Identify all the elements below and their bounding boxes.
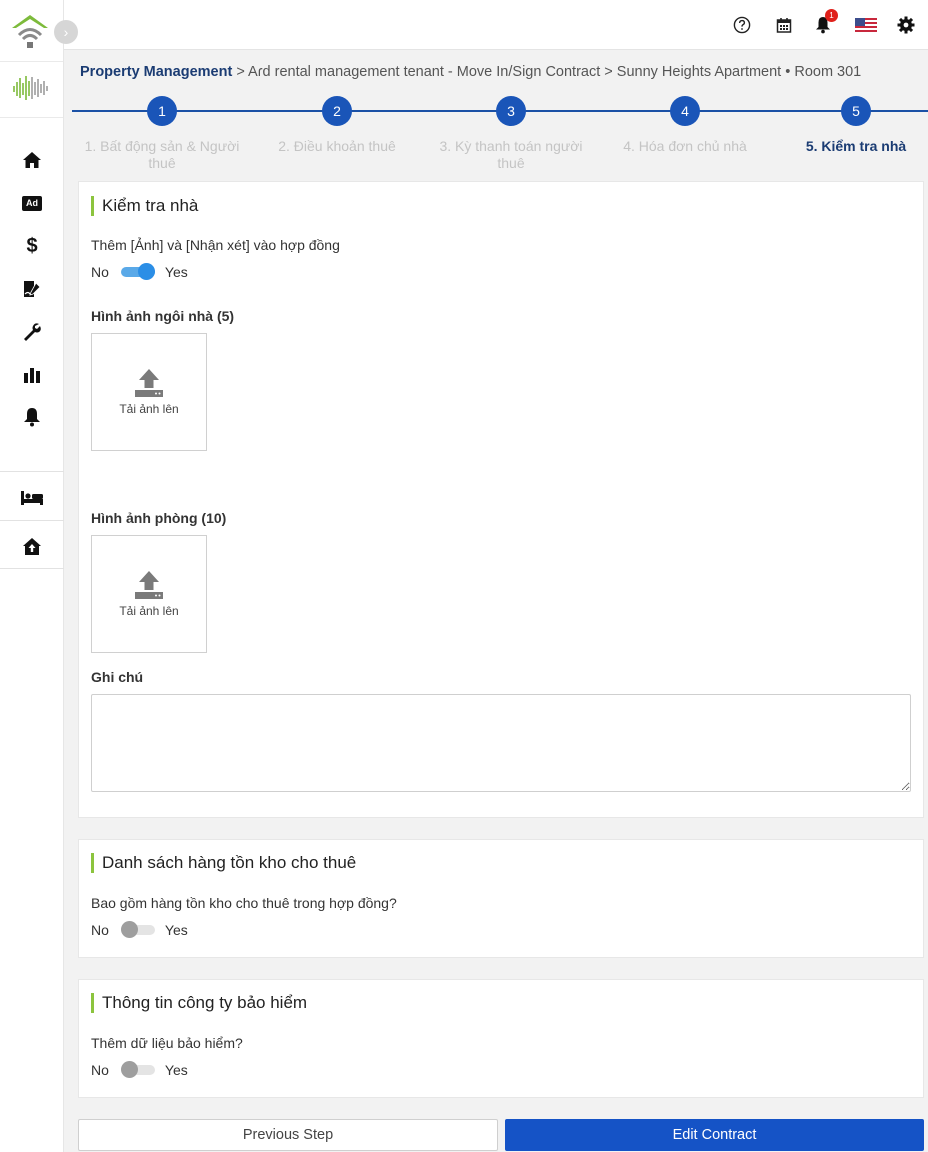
inspection-card: Kiểm tra nhà Thêm [Ảnh] và [Nhận xét] và…: [78, 181, 924, 818]
nav-contracts[interactable]: [0, 272, 64, 306]
app-logo[interactable]: [10, 12, 50, 52]
upload-icon: [135, 571, 163, 599]
insurance-toggle-switch[interactable]: [120, 1061, 155, 1079]
edit-contract-button[interactable]: Edit Contract: [505, 1119, 924, 1151]
step-5-label: 5. Kiểm tra nhà: [805, 138, 907, 154]
upload-label: Tải ảnh lên: [119, 402, 179, 416]
insurance-card: Thông tin công ty bảo hiểm Thêm dữ liệu …: [78, 979, 924, 1098]
help-button[interactable]: [731, 14, 753, 36]
bar-chart-icon: [24, 368, 40, 383]
settings-button[interactable]: [895, 14, 917, 36]
help-icon: [733, 16, 751, 34]
breadcrumb-separator: >: [600, 64, 617, 80]
room-image-upload[interactable]: Tải ảnh lên: [91, 535, 207, 653]
nav-divider: [0, 568, 64, 569]
notifications-button[interactable]: 1: [812, 9, 838, 36]
settings-icon: [897, 16, 915, 34]
notes-textarea[interactable]: [91, 694, 911, 792]
inspection-toggle-switch[interactable]: [120, 263, 155, 281]
contract-stepper: 1 2 3 4 5 1. Bất động sản & Người thuê 2…: [72, 96, 928, 176]
breadcrumb-root-link[interactable]: Property Management: [80, 64, 232, 80]
inventory-toggle-switch[interactable]: [120, 921, 155, 939]
notification-count-badge: 1: [825, 9, 838, 22]
wrench-icon: [24, 323, 41, 341]
us-flag-icon: [855, 18, 877, 32]
inventory-card: Danh sách hàng tồn kho cho thuê Bao gồm …: [78, 839, 924, 958]
inventory-question: Bao gồm hàng tồn kho cho thuê trong hợp …: [91, 895, 397, 911]
inspection-toggle-question: Thêm [Ảnh] và [Nhận xét] vào hợp đồng: [91, 237, 340, 253]
upload-label: Tải ảnh lên: [119, 604, 179, 618]
insurance-title: Thông tin công ty bảo hiểm: [91, 993, 307, 1013]
sidebar-expand-button[interactable]: ›: [54, 20, 78, 44]
step-3-label: 3. Kỳ thanh toán người thuê: [439, 138, 583, 171]
house-upload-icon: [23, 537, 41, 555]
step-2-label: 2. Điều khoản thuê: [278, 138, 396, 154]
step-4-circle[interactable]: 4: [670, 96, 700, 126]
inspection-toggle-row: No Yes: [91, 263, 188, 281]
nav-properties[interactable]: [0, 529, 64, 563]
nav-notifications[interactable]: [0, 400, 64, 434]
step-3-circle[interactable]: 3: [496, 96, 526, 126]
sidebar: Ad $: [0, 0, 64, 1152]
breadcrumb-current: Sunny Heights Apartment • Room 301: [616, 64, 862, 80]
sound-wave-icon: [13, 76, 48, 100]
inventory-toggle-row: No Yes: [91, 921, 188, 939]
breadcrumb-level2-link[interactable]: Aɾd rental management tenant - Move In/S…: [248, 64, 600, 80]
toggle-no-label: No: [91, 1062, 109, 1078]
nav-maintenance[interactable]: [0, 315, 64, 349]
inventory-title: Danh sách hàng tồn kho cho thuê: [91, 853, 356, 873]
dollar-icon: $: [26, 234, 38, 257]
bell-icon: [24, 408, 40, 427]
sign-contract-icon: [24, 281, 41, 297]
nav-divider: [0, 471, 64, 472]
nav-rooms[interactable]: [0, 481, 64, 515]
toggle-no-label: No: [91, 922, 109, 938]
insurance-toggle-row: No Yes: [91, 1061, 188, 1079]
step-5-circle[interactable]: 5: [841, 96, 871, 126]
topbar: 1: [64, 0, 928, 50]
nav-reports[interactable]: [0, 358, 64, 392]
notes-label: Ghi chú: [91, 669, 144, 685]
home-icon: [23, 152, 41, 168]
previous-step-button[interactable]: Previous Step: [78, 1119, 498, 1151]
inspection-title: Kiểm tra nhà: [91, 196, 198, 216]
calendar-icon: [776, 18, 792, 33]
house-image-upload[interactable]: Tải ảnh lên: [91, 333, 207, 451]
toggle-yes-label: Yes: [164, 922, 188, 938]
step-1-circle[interactable]: 1: [147, 96, 177, 126]
bed-icon: [21, 491, 43, 505]
breadcrumb: Property Management > Aɾd rental managem…: [80, 64, 861, 80]
brand-wave-area: [0, 62, 63, 118]
insurance-question: Thêm dữ liệu bảo hiểm?: [91, 1035, 243, 1051]
nav-home[interactable]: [0, 143, 64, 177]
nav-divider: [0, 520, 64, 521]
nav-ads[interactable]: Ad: [0, 186, 64, 220]
step-4-label: 4. Hóa đơn chủ nhà: [623, 138, 747, 154]
house-images-label: Hình ảnh ngôi nhà (5): [91, 308, 235, 324]
ad-icon: Ad: [22, 195, 42, 211]
room-images-label: Hình ảnh phòng (10): [91, 510, 227, 526]
step-2-circle[interactable]: 2: [322, 96, 352, 126]
language-button[interactable]: [854, 14, 878, 36]
nav-payments[interactable]: $: [0, 229, 64, 263]
toggle-yes-label: Yes: [164, 264, 188, 280]
calendar-button[interactable]: [773, 14, 795, 36]
breadcrumb-separator: >: [232, 64, 249, 80]
upload-icon: [135, 369, 163, 397]
toggle-no-label: No: [91, 264, 109, 280]
step-1-label: 1. Bất động sản & Người thuê: [84, 138, 240, 171]
toggle-yes-label: Yes: [164, 1062, 188, 1078]
